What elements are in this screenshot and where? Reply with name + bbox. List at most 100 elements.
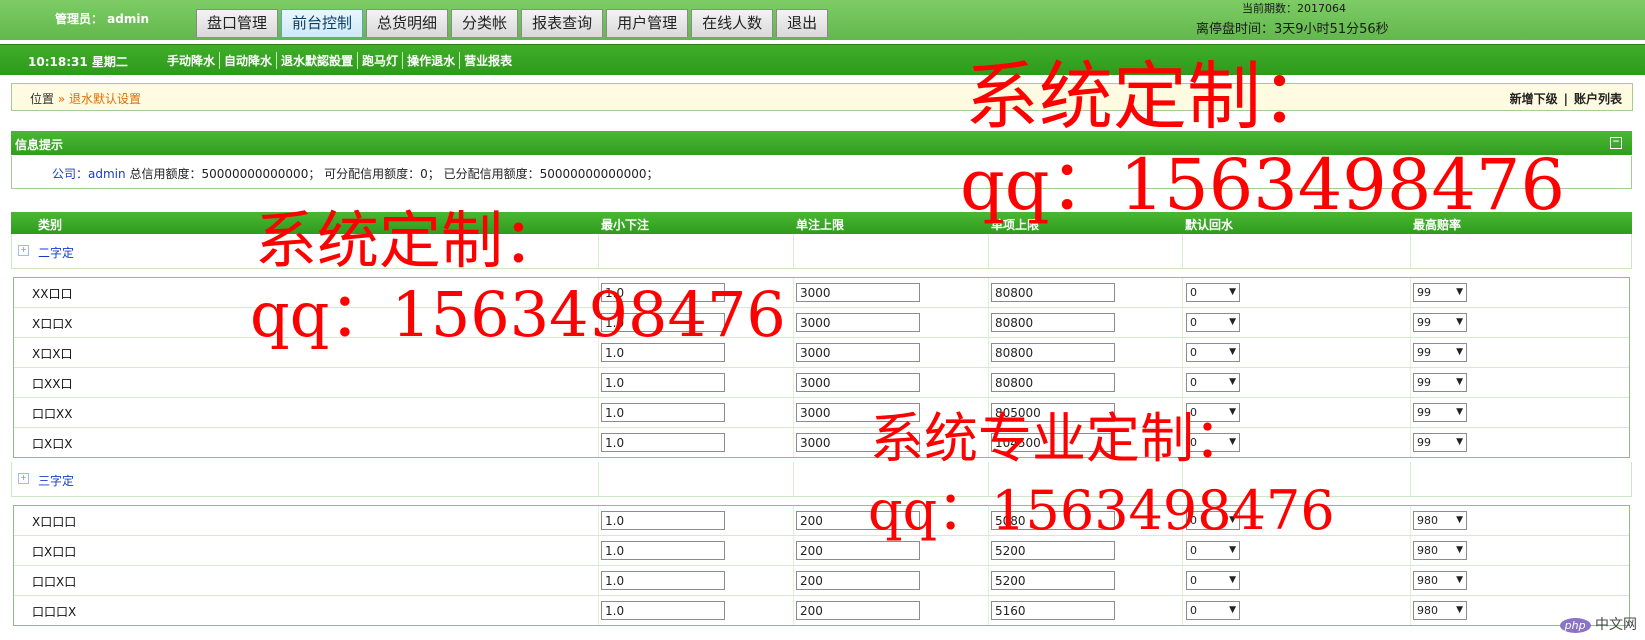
link-separator: | [1563,92,1568,106]
single-limit-input[interactable] [796,601,920,620]
dropdown-arrow-icon: ▼ [1229,377,1236,387]
item-limit-input[interactable] [991,343,1115,362]
min-bet-input[interactable] [601,511,725,530]
breadcrumb-trail: 位置 » 退水默认设置 [30,90,141,107]
select-value: 99 [1417,286,1431,299]
dropdown-arrow-icon: ▼ [1229,347,1236,357]
current-period: 当前期数：2017064 [1242,2,1346,15]
item-limit-input[interactable] [991,283,1115,302]
row-label: X口口口 [32,515,77,529]
min-bet-input[interactable] [601,541,725,560]
dropdown-arrow-icon: ▼ [1456,347,1463,357]
main-nav: 盘口管理 前台控制 总货明细 分类帐 报表查询 用户管理 在线人数 退出 [196,9,831,37]
max-odds-select[interactable]: 980 ▼ [1413,571,1467,590]
sub-nav: 10:18:31 星期二 手动降水 自动降水 退水默認設置 跑马灯 操作退水 营… [0,44,1645,75]
select-value: 0 [1190,346,1197,359]
max-odds-select[interactable]: 99 ▼ [1413,283,1467,302]
tab-online-users[interactable]: 在线人数 [691,9,774,37]
table-row: 口口XX0▼99▼ [14,398,1629,428]
max-odds-select[interactable]: 99 ▼ [1413,403,1467,422]
tab-goods-detail[interactable]: 总货明细 [366,9,449,37]
watermark-2-line1: 系统定制： [255,204,566,277]
clock: 10:18:31 星期二 [28,55,128,69]
logo-text: 中文网 [1595,617,1637,633]
tab-front-control[interactable]: 前台控制 [281,9,364,37]
item-limit-input[interactable] [991,541,1115,560]
single-limit-input[interactable] [796,541,920,560]
dropdown-arrow-icon: ▼ [1456,515,1463,525]
sub-nav-items: 手动降水 自动降水 退水默認設置 跑马灯 操作退水 营业报表 [163,52,516,69]
table-row: X口口口0▼980▼ [14,506,1629,536]
row-label: 口X口口 [32,545,77,559]
expand-icon[interactable]: + [18,473,29,484]
max-odds-select[interactable]: 980 ▼ [1413,541,1467,560]
subnav-marquee[interactable]: 跑马灯 [358,52,404,69]
min-bet-input[interactable] [601,373,725,392]
default-rebate-select[interactable]: 0 ▼ [1186,343,1240,362]
subnav-rebate-default[interactable]: 退水默認設置 [277,52,359,69]
default-rebate-select[interactable]: 0 ▼ [1186,601,1240,620]
single-limit-input[interactable] [796,373,920,392]
group-label[interactable]: 三字定 [38,472,74,489]
top-header: 管理员： admin 盘口管理 前台控制 总货明细 分类帐 报表查询 用户管理 … [0,0,1645,40]
min-bet-input[interactable] [601,433,725,452]
single-limit-input[interactable] [796,313,920,332]
default-rebate-select[interactable]: 0 ▼ [1186,541,1240,560]
default-rebate-select[interactable]: 0 ▼ [1186,571,1240,590]
max-odds-select[interactable]: 980 ▼ [1413,601,1467,620]
add-subordinate-link[interactable]: 新增下级 [1510,92,1558,106]
select-value: 99 [1417,316,1431,329]
col-category: 类别 [38,218,63,232]
max-odds-select[interactable]: 99 ▼ [1413,313,1467,332]
default-rebate-select[interactable]: 0 ▼ [1186,373,1240,392]
default-rebate-select[interactable]: 0 ▼ [1186,283,1240,302]
group-label[interactable]: 二字定 [38,244,74,261]
select-value: 980 [1417,574,1438,587]
item-limit-input[interactable] [991,373,1115,392]
collapse-icon[interactable]: − [1610,137,1622,149]
breadcrumb-pos: 位置 [30,92,55,106]
admin-label: 管理员： admin [55,12,150,26]
item-limit-input[interactable] [991,313,1115,332]
logo-badge: php [1559,618,1591,633]
tab-category-ledger[interactable]: 分类帐 [451,9,519,37]
single-limit-input[interactable] [796,571,920,590]
dropdown-arrow-icon: ▼ [1456,317,1463,327]
tab-pankou[interactable]: 盘口管理 [196,9,279,37]
dropdown-arrow-icon: ▼ [1456,545,1463,555]
select-value: 0 [1190,316,1197,329]
dropdown-arrow-icon: ▼ [1456,575,1463,585]
select-value: 99 [1417,376,1431,389]
single-limit-input[interactable] [796,343,920,362]
breadcrumb-sep: » [54,92,69,106]
select-value: 980 [1417,544,1438,557]
tab-report-query[interactable]: 报表查询 [521,9,604,37]
max-odds-select[interactable]: 99 ▼ [1413,433,1467,452]
item-limit-input[interactable] [991,601,1115,620]
item-limit-input[interactable] [991,571,1115,590]
dropdown-arrow-icon: ▼ [1229,545,1236,555]
dropdown-arrow-icon: ▼ [1229,317,1236,327]
subnav-auto-rebate[interactable]: 自动降水 [220,52,278,69]
expand-icon[interactable]: + [18,245,29,256]
max-odds-select[interactable]: 980 ▼ [1413,511,1467,530]
subnav-manual-rebate[interactable]: 手动降水 [163,52,221,69]
min-bet-input[interactable] [601,571,725,590]
subnav-business-report[interactable]: 营业报表 [460,52,516,69]
tab-logout[interactable]: 退出 [776,9,829,37]
account-list-link[interactable]: 账户列表 [1574,92,1622,106]
breadcrumb-links: 新增下级 | 账户列表 [1504,90,1622,107]
default-rebate-select[interactable]: 0 ▼ [1186,313,1240,332]
subnav-operate-rebate[interactable]: 操作退水 [403,52,461,69]
min-bet-input[interactable] [601,403,725,422]
watermark-3-line1: 系统专业定制： [870,407,1248,470]
credit-text: 总信用额度：50000000000000； 可分配信用额度：0； 已分配信用额度… [125,167,659,181]
tab-user-management[interactable]: 用户管理 [606,9,689,37]
select-value: 0 [1190,376,1197,389]
max-odds-select[interactable]: 99 ▼ [1413,343,1467,362]
single-limit-input[interactable] [796,283,920,302]
min-bet-input[interactable] [601,601,725,620]
watermark-3-line2: qq：1563498476 [868,479,1335,542]
max-odds-select[interactable]: 99 ▼ [1413,373,1467,392]
table-row: 口X口X0▼99▼ [14,428,1629,457]
